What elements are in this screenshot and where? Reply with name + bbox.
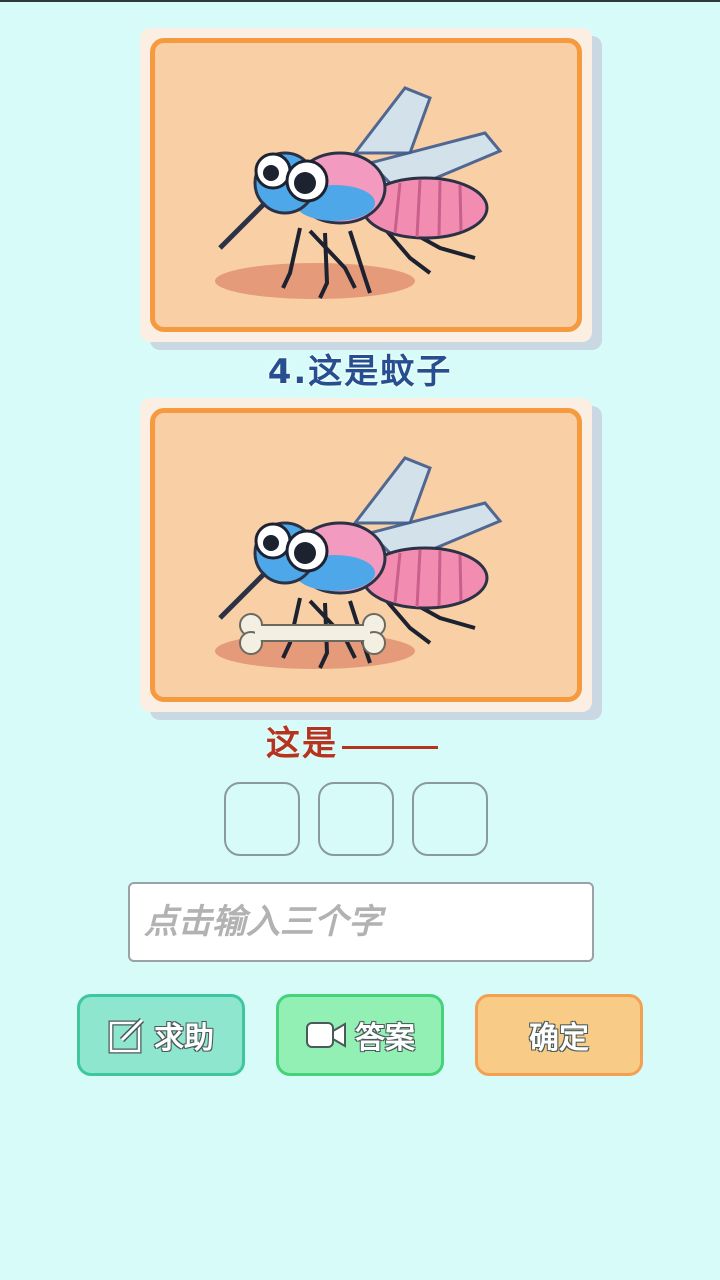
edit-icon	[108, 1016, 146, 1054]
help-label: 求助	[154, 1021, 214, 1056]
status-line	[0, 0, 720, 2]
confirm-button[interactable]: 确定	[475, 994, 643, 1076]
confirm-label: 确定	[529, 1021, 589, 1056]
question-prefix: 这是	[266, 724, 338, 764]
reference-image-card	[140, 28, 592, 342]
answer-slot[interactable]	[224, 782, 300, 856]
reference-caption: 4.这是蚊子	[267, 352, 453, 392]
question-prompt: 这是	[266, 716, 438, 765]
answer-slot[interactable]	[318, 782, 394, 856]
mosquito-with-bone-image	[150, 408, 582, 702]
answer-input[interactable]	[128, 882, 594, 962]
answer-slots	[224, 782, 488, 856]
answer-slot[interactable]	[412, 782, 488, 856]
video-icon	[305, 1018, 347, 1052]
puzzle-image-card	[140, 398, 592, 712]
answer-label: 答案	[355, 1021, 415, 1056]
help-button[interactable]: 求助	[77, 994, 245, 1076]
question-blank	[342, 716, 438, 749]
answer-button[interactable]: 答案	[276, 994, 444, 1076]
mosquito-image	[150, 38, 582, 332]
